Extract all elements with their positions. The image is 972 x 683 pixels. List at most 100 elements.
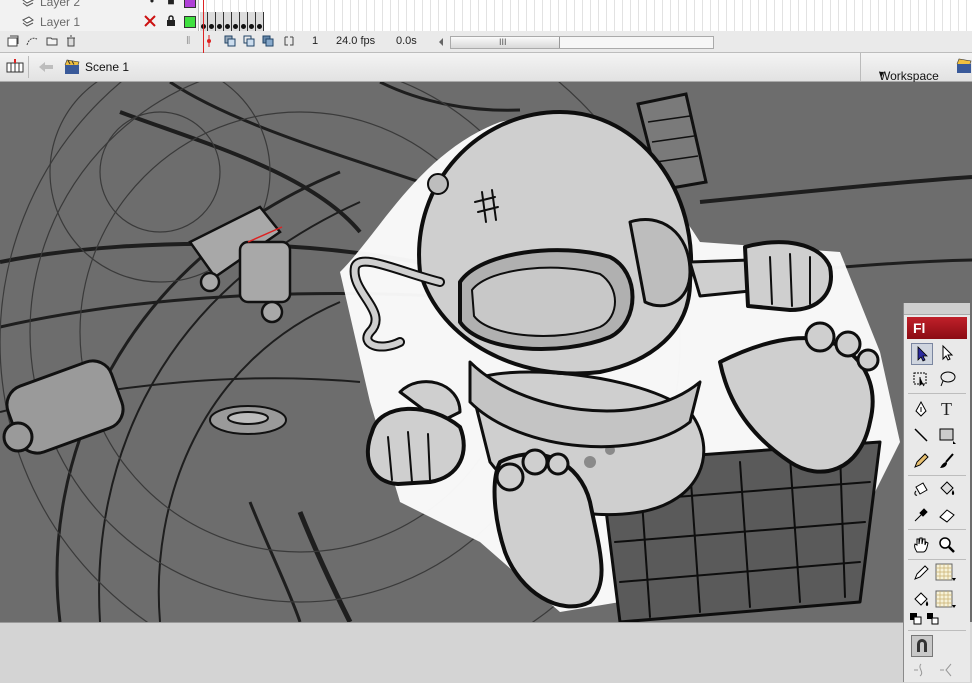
layer-name[interactable]: Layer 2 <box>40 0 80 9</box>
lasso-icon <box>940 371 956 387</box>
ctrl-divider: ‖ <box>186 35 191 47</box>
transform-icon <box>913 372 927 387</box>
layer-row-1[interactable]: Layer 1 <box>0 12 972 33</box>
fill-bucket-icon <box>914 592 929 606</box>
tools-divider <box>908 559 966 560</box>
black-white-button[interactable] <box>909 612 923 626</box>
magnifier-icon <box>939 537 955 553</box>
keyframe[interactable] <box>200 12 208 31</box>
rectangle-tool[interactable] <box>937 425 957 445</box>
stage-canvas[interactable] <box>0 82 972 622</box>
flash-logo: Fl <box>907 317 967 339</box>
edit-divider <box>28 56 29 78</box>
keyframe-strip[interactable] <box>200 12 264 32</box>
tools-divider <box>908 393 966 394</box>
paint-bucket-tool[interactable] <box>937 479 957 499</box>
keyframe[interactable] <box>256 12 264 31</box>
brush-tool[interactable] <box>937 451 957 471</box>
eyedropper-tool[interactable] <box>911 505 931 525</box>
layer-icon <box>22 0 34 7</box>
timeline-toggle-icon[interactable] <box>6 58 24 76</box>
distant-robot <box>188 205 292 324</box>
elapsed-time: 0.0s <box>396 35 417 47</box>
eraser-tool[interactable] <box>937 505 957 525</box>
frame-grid[interactable] <box>199 12 972 32</box>
scroll-left-icon[interactable] <box>436 36 446 48</box>
hollow-pointer-icon <box>942 344 954 361</box>
onion-skin-outlines-icon[interactable] <box>243 35 255 47</box>
ink-bottle-tool[interactable] <box>911 479 931 499</box>
line-icon <box>914 428 928 442</box>
layer-color-swatch[interactable] <box>184 0 196 8</box>
workspace-menu[interactable]: Workspace ▾ <box>860 53 953 83</box>
text-tool-icon: T <box>941 399 952 419</box>
insert-folder-icon[interactable] <box>46 35 58 47</box>
modify-onion-markers-icon[interactable] <box>283 35 295 47</box>
scene-label[interactable]: Scene 1 <box>85 60 129 74</box>
layer-header[interactable]: Layer 1 <box>0 12 199 32</box>
panel-grip[interactable] <box>904 303 970 315</box>
layer-name[interactable]: Layer 1 <box>40 15 80 29</box>
eyedropper-icon <box>914 508 928 522</box>
keyframe[interactable] <box>216 12 224 31</box>
tools-divider <box>908 529 966 530</box>
timeline-scrollbar[interactable]: III <box>450 36 714 49</box>
pen-nib-icon <box>915 400 927 417</box>
edit-multiple-frames-icon[interactable] <box>262 35 274 47</box>
onion-skin-icon[interactable] <box>224 35 236 47</box>
swatch-grid-icon <box>935 590 956 608</box>
ink-bottle-icon <box>914 482 928 496</box>
text-tool[interactable]: T <box>937 399 957 419</box>
hand-icon <box>914 537 929 553</box>
subselection-tool[interactable] <box>937 343 957 363</box>
visibility-dot-icon[interactable]: • <box>146 0 158 7</box>
fill-color-swatch[interactable] <box>935 590 957 610</box>
straighten-icon <box>940 663 952 677</box>
keyframe[interactable] <box>224 12 232 31</box>
hidden-x-icon[interactable] <box>144 15 156 27</box>
layer-color-swatch[interactable] <box>184 16 196 28</box>
straighten-option[interactable] <box>937 660 957 680</box>
stage-bottom-strip <box>0 622 905 683</box>
layer-header[interactable]: Layer 2 • ■ <box>0 0 199 12</box>
smooth-option[interactable] <box>911 660 931 680</box>
current-frame: 1 <box>312 35 319 47</box>
pencil-tool[interactable] <box>911 451 931 471</box>
pen-tool[interactable] <box>911 399 931 419</box>
frame-rate[interactable]: 24.0 fps <box>336 35 375 47</box>
line-tool[interactable] <box>911 425 931 445</box>
delete-layer-icon[interactable] <box>65 35 77 47</box>
lasso-tool[interactable] <box>937 369 957 389</box>
lock-icon[interactable] <box>165 15 177 27</box>
stage-artwork <box>0 82 972 622</box>
stroke-color-swatch[interactable] <box>935 563 957 583</box>
stroke-color-control[interactable] <box>911 563 931 583</box>
magnet-icon <box>917 639 927 652</box>
keyframe[interactable] <box>240 12 248 31</box>
tools-panel: Fl T <box>903 303 970 682</box>
motion-guide-icon[interactable] <box>26 35 38 47</box>
back-arrow-icon[interactable] <box>38 60 54 74</box>
insert-layer-icon[interactable] <box>7 35 19 47</box>
keyframe[interactable] <box>248 12 256 31</box>
swap-colors-button[interactable] <box>926 612 940 626</box>
keyframe[interactable] <box>208 12 216 31</box>
stroke-pencil-icon <box>914 565 929 580</box>
scroll-thumb[interactable]: III <box>451 37 560 48</box>
zoom-tool[interactable] <box>937 535 957 555</box>
hand-tool[interactable] <box>911 535 931 555</box>
scroll-grip: III <box>499 37 507 47</box>
astronaut-character <box>340 110 900 622</box>
frame-grid[interactable] <box>199 0 972 12</box>
snap-to-objects-toggle[interactable] <box>911 635 933 657</box>
eraser-icon <box>939 509 955 523</box>
selection-tool[interactable] <box>911 343 933 365</box>
keyframe[interactable] <box>232 12 240 31</box>
free-transform-tool[interactable] <box>911 369 931 389</box>
playhead[interactable] <box>203 0 204 54</box>
center-frame-icon[interactable] <box>203 35 215 47</box>
black-white-icon <box>910 613 922 625</box>
fill-color-control[interactable] <box>911 590 931 610</box>
edit-scene-clapper-icon[interactable] <box>956 58 972 74</box>
lock-icon[interactable]: ■ <box>165 0 177 7</box>
